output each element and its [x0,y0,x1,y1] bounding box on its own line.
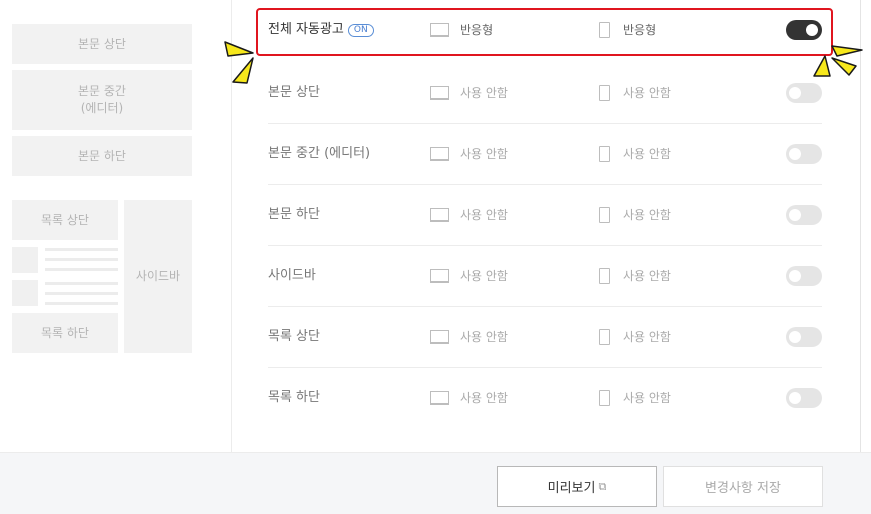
preview-list-line [45,248,118,251]
mobile-phone-icon [599,268,610,284]
mobile-setting-value[interactable]: 사용 안함 [623,185,671,245]
preview-list-line [45,292,118,295]
setting-row-list-top: 목록 상단 사용 안함 사용 안함 [268,307,822,368]
pc-setting-value[interactable]: 사용 안함 [460,63,508,123]
row-label: 본문 하단 [268,207,320,222]
toggle-body-middle[interactable] [786,144,822,164]
preview-list-thumbnail [12,247,38,273]
toggle-sidebar[interactable] [786,266,822,286]
save-button-label: 변경사항 저장 [705,481,781,496]
setting-row-sidebar: 사이드바 사용 안함 사용 안함 [268,246,822,307]
preview-list-line [45,258,118,261]
pc-setting-value[interactable]: 사용 안함 [460,307,508,367]
mobile-phone-icon [599,146,610,162]
mobile-phone-icon [599,329,610,345]
row-label: 본문 상단 [268,85,320,100]
toggle-knob [789,270,801,282]
highlight-box [256,8,833,56]
row-label: 본문 중간 (에디터) [268,146,371,161]
pc-setting-value[interactable]: 사용 안함 [460,124,508,184]
toggle-knob [789,209,801,221]
footer-bar: 미리보기 ⧉ 변경사항 저장 [0,452,871,514]
preview-list-line [45,268,118,271]
mobile-phone-icon [599,390,610,406]
preview-slot-body-middle: 본문 중간 (에디터) [12,70,192,130]
preview-button-label: 미리보기 [547,481,596,496]
save-changes-button[interactable]: 변경사항 저장 [663,466,823,507]
toggle-knob [789,148,801,160]
preview-list-thumbnail [12,280,38,306]
ad-placement-preview: 본문 상단 본문 중간 (에디터) 본문 하단 목록 상단 목록 하단 사이드바 [0,0,232,452]
mobile-setting-value[interactable]: 사용 안함 [623,246,671,306]
preview-list-line [45,302,118,305]
monitor-icon [430,147,449,161]
toggle-knob [789,87,801,99]
preview-slot-list-bottom: 목록 하단 [12,313,118,353]
toggle-body-top[interactable] [786,83,822,103]
toggle-knob [789,392,801,404]
row-label: 목록 하단 [268,390,320,405]
mobile-setting-value[interactable]: 사용 안함 [623,307,671,367]
monitor-icon [430,208,449,222]
row-label: 목록 상단 [268,329,320,344]
ad-settings-list: 전체 자동광고 ON 반응형 반응형 본문 상단 사용 안함 사용 안함 본문 중… [233,0,861,452]
pc-setting-value[interactable]: 사용 안함 [460,368,508,428]
preview-slot-body-bottom: 본문 하단 [12,136,192,176]
preview-slot-body-top: 본문 상단 [12,24,192,64]
attention-spark-left [224,41,254,84]
mobile-setting-value[interactable]: 사용 안함 [623,63,671,123]
mobile-phone-icon [599,207,610,223]
preview-slot-list-top: 목록 상단 [12,200,118,240]
toggle-list-top[interactable] [786,327,822,347]
mobile-setting-value[interactable]: 사용 안함 [623,124,671,184]
external-link-icon: ⧉ [598,479,607,493]
toggle-knob [789,331,801,343]
setting-row-body-middle: 본문 중간 (에디터) 사용 안함 사용 안함 [268,124,822,185]
preview-slot-sidebar: 사이드바 [124,200,192,353]
setting-row-body-top: 본문 상단 사용 안함 사용 안함 [268,63,822,124]
preview-button[interactable]: 미리보기 ⧉ [497,466,657,507]
monitor-icon [430,86,449,100]
mobile-phone-icon [599,85,610,101]
monitor-icon [430,391,449,405]
preview-list-line [45,282,118,285]
toggle-body-bottom[interactable] [786,205,822,225]
row-label: 사이드바 [268,268,316,283]
monitor-icon [430,330,449,344]
pc-setting-value[interactable]: 사용 안함 [460,185,508,245]
toggle-list-bottom[interactable] [786,388,822,408]
setting-row-body-bottom: 본문 하단 사용 안함 사용 안함 [268,185,822,246]
setting-row-list-bottom: 목록 하단 사용 안함 사용 안함 [268,368,822,429]
mobile-setting-value[interactable]: 사용 안함 [623,368,671,428]
attention-spark-right [813,45,863,77]
pc-setting-value[interactable]: 사용 안함 [460,246,508,306]
monitor-icon [430,269,449,283]
